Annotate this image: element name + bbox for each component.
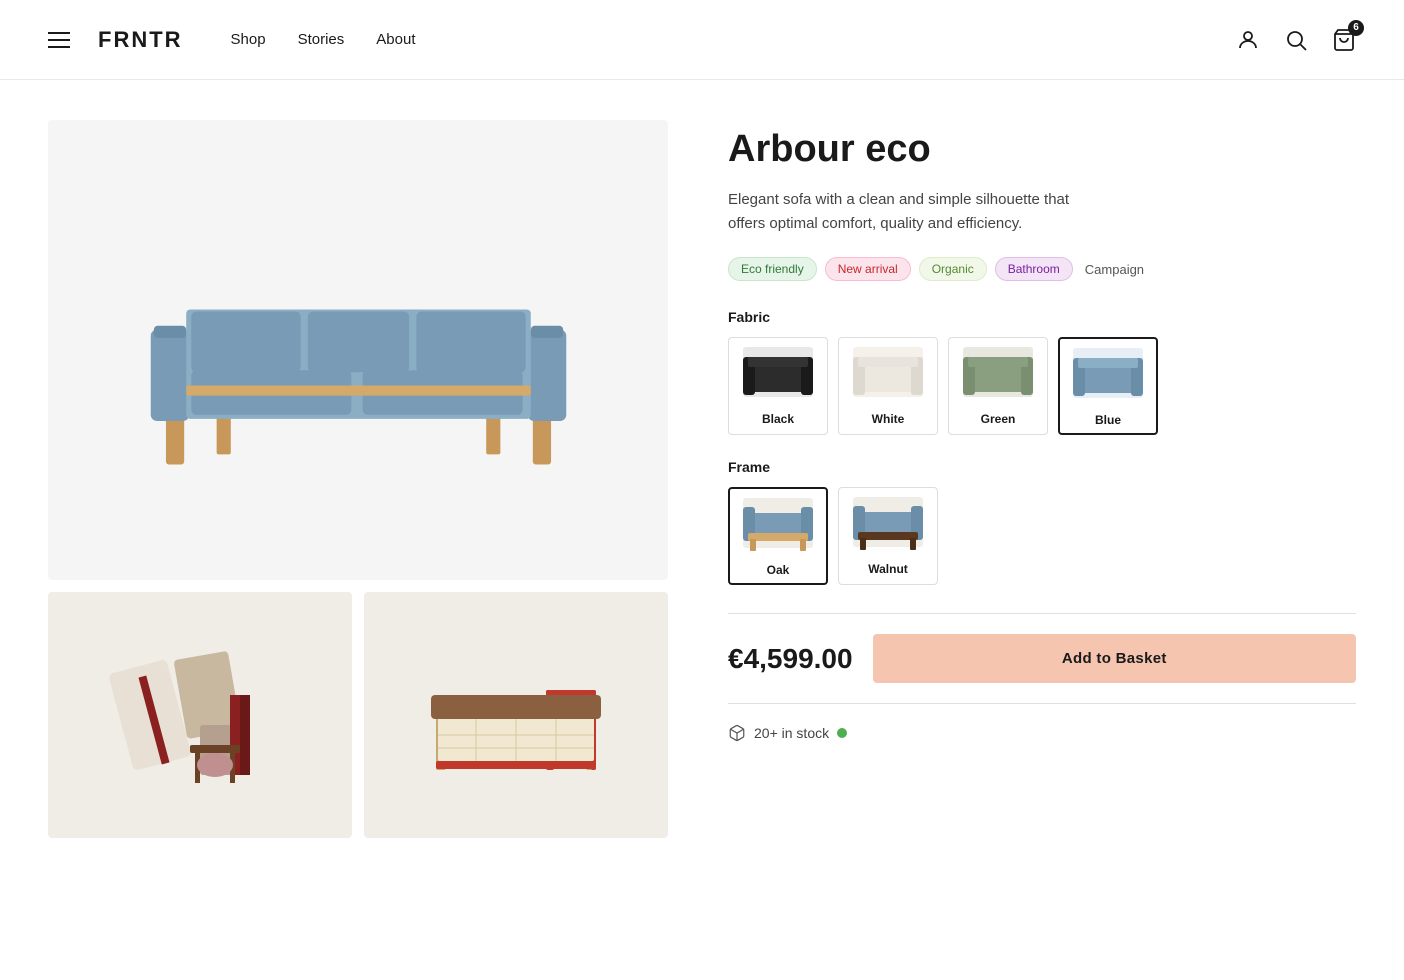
add-to-basket-button[interactable]: Add to Basket	[873, 634, 1356, 683]
thumbnail-2[interactable]	[364, 592, 668, 838]
frame-oak[interactable]: Oak	[728, 487, 828, 585]
tag-eco-friendly[interactable]: Eco friendly	[728, 257, 817, 281]
nav-stories[interactable]: Stories	[298, 31, 345, 48]
fabric-blue-thumb	[1060, 339, 1156, 407]
account-icon[interactable]	[1236, 28, 1260, 52]
tag-campaign[interactable]: Campaign	[1081, 258, 1148, 281]
nav-shop[interactable]: Shop	[231, 31, 266, 48]
stock-divider	[728, 703, 1356, 704]
hamburger-menu-button[interactable]	[48, 32, 70, 48]
tag-bathroom[interactable]: Bathroom	[995, 257, 1073, 281]
product-price: €4,599.00	[728, 643, 853, 675]
stock-indicator	[837, 728, 847, 738]
fabric-options: Black White	[728, 337, 1356, 435]
price-divider	[728, 613, 1356, 614]
stock-row: 20+ in stock	[728, 724, 1356, 742]
fabric-black[interactable]: Black	[728, 337, 828, 435]
frame-walnut-thumb	[839, 488, 937, 556]
price-row: €4,599.00 Add to Basket	[728, 634, 1356, 683]
product-description: Elegant sofa with a clean and simple sil…	[728, 188, 1108, 238]
product-title: Arbour eco	[728, 128, 1356, 172]
fabric-section-label: Fabric	[728, 309, 1356, 325]
tag-new-arrival[interactable]: New arrival	[825, 257, 911, 281]
frame-section-label: Frame	[728, 459, 1356, 475]
frame-oak-thumb	[730, 489, 826, 557]
fabric-blue[interactable]: Blue	[1058, 337, 1158, 435]
tag-organic[interactable]: Organic	[919, 257, 987, 281]
main-product-image	[48, 120, 668, 580]
product-info: Arbour eco Elegant sofa with a clean and…	[728, 120, 1356, 838]
search-icon[interactable]	[1284, 28, 1308, 52]
frame-oak-label: Oak	[730, 557, 826, 583]
frame-options: Oak Walnut	[728, 487, 1356, 585]
fabric-black-thumb	[729, 338, 827, 406]
nav-about[interactable]: About	[376, 31, 415, 48]
fabric-green-label: Green	[949, 406, 1047, 432]
fabric-white-thumb	[839, 338, 937, 406]
frame-walnut-label: Walnut	[839, 556, 937, 582]
product-tags: Eco friendly New arrival Organic Bathroo…	[728, 257, 1356, 281]
product-thumbnails	[48, 592, 668, 838]
package-icon	[728, 724, 746, 742]
fabric-green[interactable]: Green	[948, 337, 1048, 435]
main-content: Arbour eco Elegant sofa with a clean and…	[0, 80, 1404, 878]
frame-walnut[interactable]: Walnut	[838, 487, 938, 585]
fabric-green-thumb	[949, 338, 1047, 406]
fabric-white[interactable]: White	[838, 337, 938, 435]
fabric-white-label: White	[839, 406, 937, 432]
fabric-blue-label: Blue	[1060, 407, 1156, 433]
thumbnail-1[interactable]	[48, 592, 352, 838]
header: FRNTR Shop Stories About 6	[0, 0, 1404, 80]
product-gallery	[48, 120, 668, 838]
logo[interactable]: FRNTR	[98, 27, 183, 53]
header-icons: 6	[1236, 28, 1356, 52]
cart-icon[interactable]: 6	[1332, 28, 1356, 52]
main-nav: Shop Stories About	[231, 31, 416, 48]
fabric-black-label: Black	[729, 406, 827, 432]
stock-label: 20+ in stock	[754, 725, 829, 741]
cart-count-badge: 6	[1348, 20, 1364, 36]
